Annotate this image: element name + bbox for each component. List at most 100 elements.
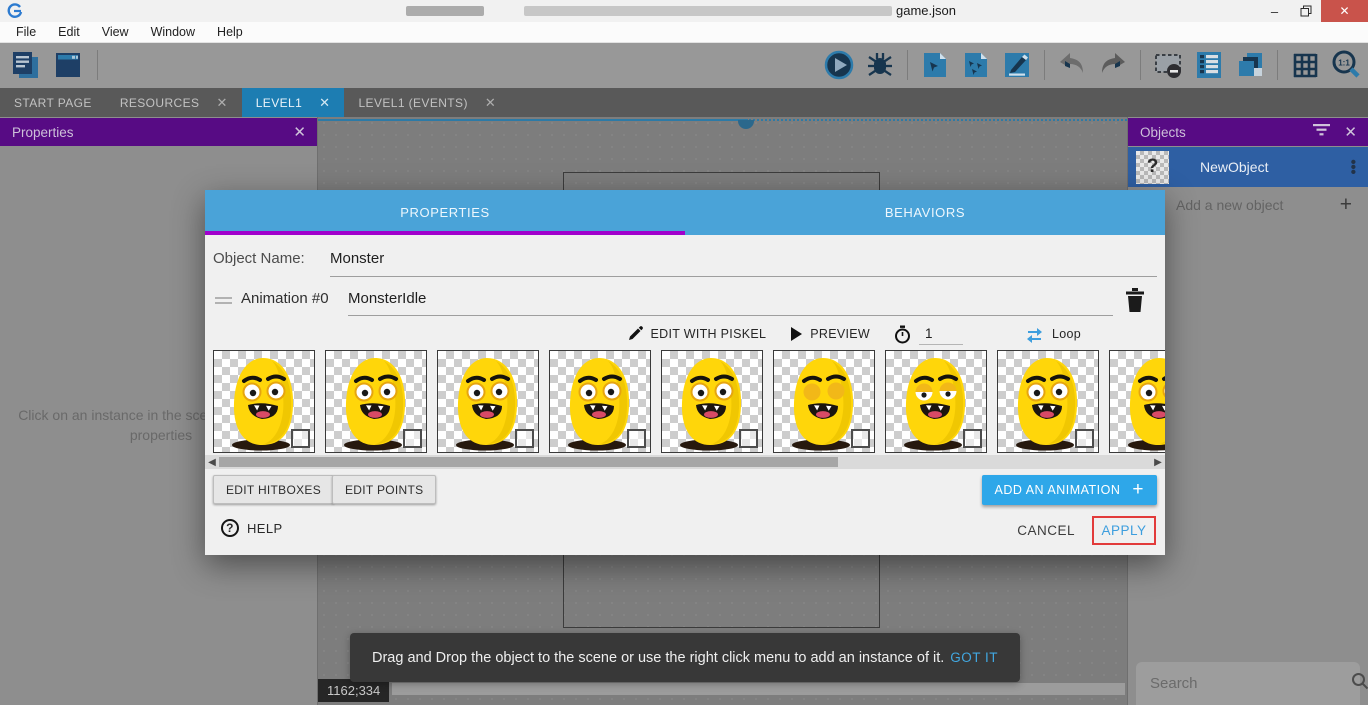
titlebar-redacted-path (524, 6, 892, 16)
zoom-original-icon[interactable]: 1:1 (1329, 48, 1363, 82)
objects-editor-icon[interactable] (918, 48, 952, 82)
pencil-icon (627, 326, 643, 342)
undo-icon[interactable] (1055, 48, 1089, 82)
tab-close-icon[interactable]: ✕ (485, 95, 496, 111)
object-search-input[interactable] (1148, 674, 1351, 693)
close-icon[interactable]: ✕ (293, 123, 306, 141)
add-animation-button[interactable]: ADD AN ANIMATION + (982, 475, 1157, 505)
frames-scrollbar[interactable]: ◀ ▶ (205, 455, 1165, 469)
apply-button[interactable]: APPLY (1092, 516, 1156, 545)
properties-panel-header: Properties ✕ (0, 118, 317, 146)
animation-frame[interactable] (1109, 350, 1165, 453)
tab-start-page[interactable]: START PAGE (0, 88, 106, 117)
object-name-label: NewObject (1200, 159, 1351, 175)
minimize-button[interactable]: – (1259, 0, 1290, 22)
cancel-button[interactable]: CANCEL (1017, 523, 1075, 538)
frame-checkbox[interactable] (963, 429, 982, 448)
launch-preview-icon[interactable] (822, 48, 856, 82)
delete-instances-icon[interactable] (1151, 48, 1185, 82)
layers-editor-icon[interactable] (1233, 48, 1267, 82)
tab-resources[interactable]: RESOURCES ✕ (106, 88, 242, 117)
titlebar: game.json – ✕ (0, 0, 1368, 22)
animation-frame[interactable] (213, 350, 315, 453)
objects-panel-header: Objects ✕ (1128, 118, 1368, 146)
restore-button[interactable] (1290, 0, 1321, 22)
menu-help[interactable]: Help (206, 25, 254, 39)
animation-frame[interactable] (997, 350, 1099, 453)
frame-checkbox[interactable] (291, 429, 310, 448)
got-it-button[interactable]: GOT IT (950, 650, 998, 665)
menu-file[interactable]: File (5, 25, 47, 39)
object-menu-icon[interactable]: ••• (1351, 160, 1356, 175)
animation-frame[interactable] (549, 350, 651, 453)
loop-icon (1025, 326, 1044, 343)
tab-level1-events[interactable]: LEVEL1 (EVENTS) ✕ (344, 88, 510, 117)
loop-toggle[interactable]: Loop (1025, 326, 1081, 343)
animation-name-input[interactable]: MonsterIdle (348, 290, 426, 307)
hint-tooltip: Drag and Drop the object to the scene or… (350, 633, 1020, 682)
timer-icon (894, 325, 911, 344)
tooltip-text: Drag and Drop the object to the scene or… (372, 650, 950, 666)
time-between-frames-field[interactable]: 1 (894, 324, 963, 345)
tab-behaviors[interactable]: BEHAVIORS (685, 190, 1165, 235)
close-button[interactable]: ✕ (1321, 0, 1368, 22)
frame-checkbox[interactable] (515, 429, 534, 448)
object-groups-editor-icon[interactable] (959, 48, 993, 82)
project-manager-icon[interactable] (51, 48, 85, 82)
edit-points-button[interactable]: EDIT POINTS (332, 475, 436, 504)
tab-level1[interactable]: LEVEL1 ✕ (242, 88, 345, 117)
start-page-icon[interactable] (8, 48, 42, 82)
frame-checkbox[interactable] (403, 429, 422, 448)
animation-frame[interactable] (661, 350, 763, 453)
titlebar-redacted-text (406, 6, 484, 16)
frame-checkbox[interactable] (1075, 429, 1094, 448)
frame-checkbox[interactable] (739, 429, 758, 448)
animation-frame[interactable] (437, 350, 539, 453)
properties-panel-title: Properties (12, 125, 293, 140)
preview-button[interactable]: PREVIEW (790, 327, 870, 341)
time-between-frames-value[interactable]: 1 (919, 324, 963, 345)
scene-resize-handle[interactable] (738, 120, 754, 129)
tab-close-icon[interactable]: ✕ (319, 95, 330, 111)
edit-hitboxes-button[interactable]: EDIT HITBOXES (213, 475, 334, 504)
edit-with-piskel-label: EDIT WITH PISKEL (651, 327, 767, 341)
menu-view[interactable]: View (91, 25, 140, 39)
animation-frame[interactable] (325, 350, 427, 453)
frame-checkbox[interactable] (627, 429, 646, 448)
filter-icon[interactable] (1313, 123, 1330, 141)
menu-edit[interactable]: Edit (47, 25, 91, 39)
object-name-input[interactable]: Monster (330, 250, 384, 267)
edit-with-piskel-button[interactable]: EDIT WITH PISKEL (627, 326, 767, 342)
tab-label: RESOURCES (120, 96, 200, 110)
window-controls: – ✕ (1259, 0, 1368, 22)
scene-border-top-dotted (746, 119, 1127, 121)
object-row-newobject[interactable]: ? NewObject ••• (1128, 147, 1368, 187)
plus-icon: + (1132, 479, 1144, 501)
scroll-left-icon[interactable]: ◀ (206, 455, 218, 469)
object-name-underline (330, 276, 1157, 277)
tab-label: LEVEL1 (EVENTS) (358, 96, 467, 110)
scene-properties-icon[interactable] (1000, 48, 1034, 82)
tab-close-icon[interactable]: ✕ (216, 95, 227, 111)
object-editor-dialog: PROPERTIES BEHAVIORS Object Name: Monste… (205, 190, 1165, 555)
scroll-right-icon[interactable]: ▶ (1152, 455, 1164, 469)
animation-frame[interactable] (773, 350, 875, 453)
scrollbar-thumb[interactable] (219, 457, 838, 467)
debug-icon[interactable] (863, 48, 897, 82)
canvas-horizontal-scrollbar[interactable] (392, 683, 1125, 695)
animation-frame[interactable] (885, 350, 987, 453)
animation-controls: EDIT WITH PISKEL PREVIEW 1 (585, 321, 1081, 347)
close-icon[interactable]: ✕ (1344, 123, 1357, 141)
drag-handle-icon[interactable] (215, 294, 232, 307)
menu-window[interactable]: Window (140, 25, 206, 39)
delete-animation-button[interactable] (1124, 288, 1148, 314)
help-button[interactable]: ? HELP (221, 519, 283, 537)
redo-icon[interactable] (1096, 48, 1130, 82)
svg-text:1:1: 1:1 (1338, 59, 1350, 68)
grid-icon[interactable] (1288, 48, 1322, 82)
preview-label: PREVIEW (810, 327, 870, 341)
frame-checkbox[interactable] (851, 429, 870, 448)
tab-properties[interactable]: PROPERTIES (205, 190, 685, 235)
instances-list-icon[interactable] (1192, 48, 1226, 82)
object-search-box[interactable] (1136, 662, 1360, 705)
